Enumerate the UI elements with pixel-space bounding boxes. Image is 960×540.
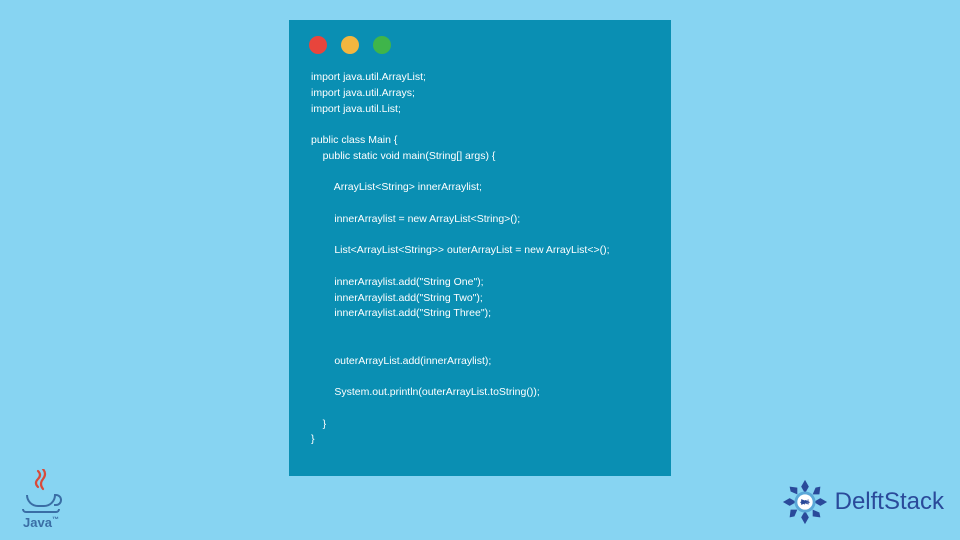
java-tm-icon: ™: [52, 517, 59, 524]
minimize-dot-icon: [341, 36, 359, 54]
window-dots: [289, 20, 671, 64]
java-label-text: Java: [23, 515, 52, 530]
java-cup-icon: [26, 495, 56, 507]
delftstack-gear-icon: </>: [781, 478, 829, 526]
code-block: import java.util.ArrayList; import java.…: [289, 64, 671, 464]
delftstack-logo: </> DelftStack: [781, 478, 944, 526]
delftstack-label: DelftStack: [835, 488, 944, 516]
java-saucer-icon: [22, 509, 60, 513]
java-label: Java™: [18, 515, 64, 530]
code-window: import java.util.ArrayList; import java.…: [289, 20, 671, 476]
close-dot-icon: [309, 36, 327, 54]
svg-text:</>: </>: [800, 499, 810, 506]
java-steam-icon: [18, 469, 64, 493]
java-logo: Java™: [18, 469, 64, 530]
maximize-dot-icon: [373, 36, 391, 54]
